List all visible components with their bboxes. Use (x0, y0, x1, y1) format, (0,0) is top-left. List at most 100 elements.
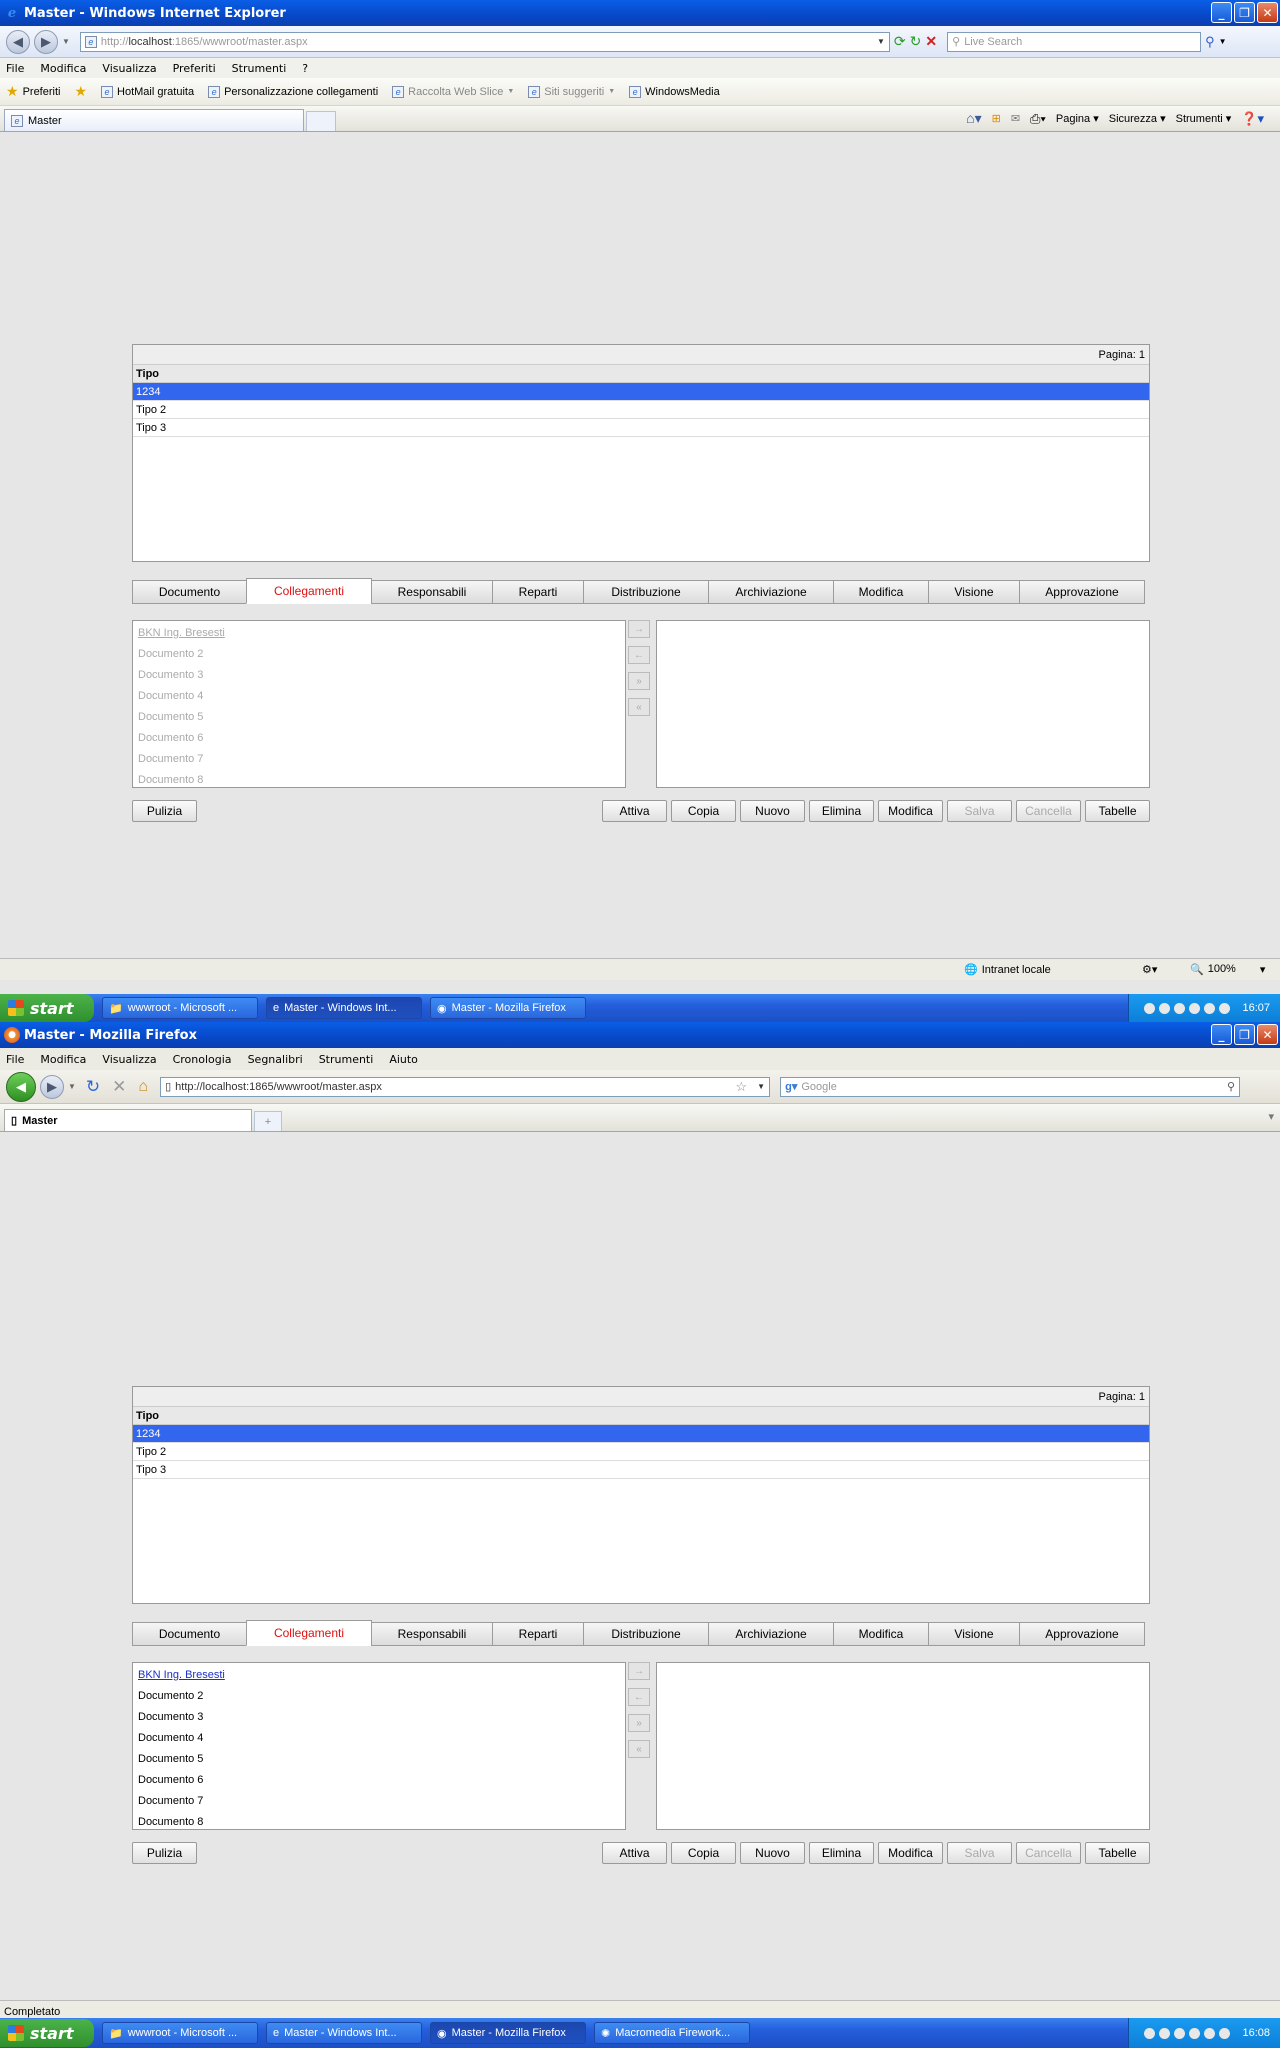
menu-modifica[interactable]: Modifica (40, 62, 86, 75)
copia-button[interactable]: Copia (671, 1842, 736, 1864)
list-item[interactable]: Documento 7 (133, 747, 625, 768)
tab-archiviazione[interactable]: Archiviazione (708, 580, 834, 604)
home-icon[interactable]: ⌂ (138, 1078, 148, 1096)
ff-documents-list[interactable]: BKN Ing. Bresesti Documento 2 Documento … (132, 1662, 626, 1830)
modifica-button[interactable]: Modifica (878, 800, 943, 822)
clock[interactable]: 16:08 (1242, 2027, 1270, 2039)
tray-icon[interactable] (1219, 1002, 1231, 1014)
move-all-left-button[interactable]: « (628, 698, 650, 716)
salva-button[interactable]: Salva (947, 800, 1012, 822)
tab-archiviazione[interactable]: Archiviazione (708, 1622, 834, 1646)
tab-collegamenti[interactable]: Collegamenti (246, 578, 372, 604)
move-all-right-button[interactable]: » (628, 1714, 650, 1732)
list-item[interactable]: Documento 3 (133, 663, 625, 684)
tab-documento[interactable]: Documento (132, 580, 247, 604)
restore-button[interactable]: ❐ (1234, 2, 1255, 23)
move-right-button[interactable]: → (628, 1662, 650, 1680)
list-item[interactable]: Documento 7 (133, 1789, 625, 1810)
tab-modifica[interactable]: Modifica (833, 580, 929, 604)
tab-approvazione[interactable]: Approvazione (1019, 580, 1145, 604)
attiva-button[interactable]: Attiva (602, 800, 667, 822)
zoom-control[interactable]: 🔍 100% ▾ (1190, 963, 1265, 976)
nuovo-button[interactable]: Nuovo (740, 1842, 805, 1864)
list-item[interactable]: Documento 6 (133, 726, 625, 747)
tab-responsabili[interactable]: Responsabili (371, 1622, 493, 1646)
grid-row[interactable]: Tipo 3 (133, 1461, 1149, 1479)
tray-icon[interactable] (1219, 2027, 1231, 2039)
forward-button[interactable]: ▶ (40, 1074, 64, 1099)
grid-row[interactable]: Tipo 2 (133, 1443, 1149, 1461)
task-ie-master[interactable]: e Master - Windows Int... (266, 2022, 422, 2044)
list-item[interactable]: BKN Ing. Bresesti (133, 1663, 625, 1684)
menu-preferiti[interactable]: Preferiti (173, 62, 216, 75)
new-tab-button[interactable] (306, 111, 336, 131)
stop-icon[interactable]: ✕ (112, 1077, 126, 1097)
list-tabs-icon[interactable]: ▾ (1268, 1110, 1274, 1123)
back-button[interactable]: ◀ (6, 29, 30, 54)
close-button[interactable]: ✕ (1257, 1024, 1278, 1045)
tab-approvazione[interactable]: Approvazione (1019, 1622, 1145, 1646)
tab-distribuzione[interactable]: Distribuzione (583, 580, 709, 604)
list-item[interactable]: Documento 4 (133, 684, 625, 705)
tab-reparti[interactable]: Reparti (492, 580, 584, 604)
attiva-button[interactable]: Attiva (602, 1842, 667, 1864)
protected-mode-icon[interactable]: ⚙▾ (1142, 963, 1157, 976)
tab-modifica[interactable]: Modifica (833, 1622, 929, 1646)
grid-row[interactable]: 1234 (133, 383, 1149, 401)
task-ff-master[interactable]: ◉ Master - Mozilla Firefox (430, 2022, 586, 2044)
menu-aiuto[interactable]: Aiuto (389, 1053, 418, 1066)
close-button[interactable]: ✕ (1257, 2, 1278, 23)
menu-visualizza[interactable]: Visualizza (102, 1053, 156, 1066)
ie-selected-list[interactable] (656, 620, 1150, 788)
fav-siti-suggeriti[interactable]: e Siti suggeriti ▼ (528, 85, 615, 98)
grid-row[interactable]: 1234 (133, 1425, 1149, 1443)
move-all-right-button[interactable]: » (628, 672, 650, 690)
address-dropdown-icon[interactable]: ▼ (877, 37, 885, 46)
ff-search-box[interactable]: g▾ Google ⚲ (780, 1076, 1241, 1097)
task-ie-master[interactable]: e Master - Windows Int... (266, 997, 422, 1019)
elimina-button[interactable]: Elimina (809, 800, 874, 822)
list-item[interactable]: Documento 6 (133, 1768, 625, 1789)
tray-icon[interactable] (1144, 2027, 1156, 2039)
tab-distribuzione[interactable]: Distribuzione (583, 1622, 709, 1646)
list-item[interactable]: Documento 4 (133, 1726, 625, 1747)
favorites-button[interactable]: ★ Preferiti (6, 83, 60, 100)
tab-collegamenti[interactable]: Collegamenti (246, 1620, 372, 1646)
bookmark-star-icon[interactable]: ☆ (736, 1079, 748, 1095)
menu-strumenti[interactable]: Strumenti (232, 62, 287, 75)
tab-visione[interactable]: Visione (928, 1622, 1020, 1646)
move-all-left-button[interactable]: « (628, 1740, 650, 1758)
tray-icon[interactable] (1174, 1002, 1186, 1014)
new-tab-button[interactable]: + (254, 1111, 282, 1131)
copia-button[interactable]: Copia (671, 800, 736, 822)
start-button[interactable]: start (0, 994, 94, 1022)
tray-icon[interactable] (1189, 1002, 1201, 1014)
move-left-button[interactable]: ← (628, 646, 650, 664)
menu-file[interactable]: File (6, 62, 24, 75)
tray-icon[interactable] (1144, 1002, 1156, 1014)
ff-tab-master[interactable]: ▯ Master (4, 1109, 252, 1131)
back-button[interactable]: ◀ (6, 1071, 36, 1102)
grid-row[interactable]: Tipo 2 (133, 401, 1149, 419)
ie-search-box[interactable]: ⚲ Live Search (947, 31, 1202, 52)
list-item[interactable]: Documento 8 (133, 1810, 625, 1829)
ie-address-bar[interactable]: e http://localhost:1865/wwwroot/master.a… (79, 31, 890, 52)
tray-icon[interactable] (1189, 2027, 1201, 2039)
feeds-icon[interactable]: ⊞ (992, 112, 1001, 125)
menu-modifica[interactable]: Modifica (40, 1053, 86, 1066)
start-button[interactable]: start (0, 2019, 94, 2047)
tab-responsabili[interactable]: Responsabili (371, 580, 493, 604)
list-item[interactable]: Documento 5 (133, 705, 625, 726)
compatibility-icon[interactable]: ⟳ (894, 33, 906, 50)
modifica-button[interactable]: Modifica (878, 1842, 943, 1864)
fav-personalizzazione[interactable]: e Personalizzazione collegamenti (208, 85, 378, 98)
add-favorite-icon[interactable]: ★ (74, 83, 87, 100)
pulizia-button[interactable]: Pulizia (132, 1842, 197, 1864)
task-ff-master[interactable]: ◉ Master - Mozilla Firefox (430, 997, 586, 1019)
search-dropdown-icon[interactable]: ▼ (1219, 37, 1227, 46)
tab-visione[interactable]: Visione (928, 580, 1020, 604)
menu-visualizza[interactable]: Visualizza (102, 62, 156, 75)
list-item[interactable]: Documento 2 (133, 642, 625, 663)
fav-hotmail[interactable]: e HotMail gratuita (101, 85, 194, 98)
cancella-button[interactable]: Cancella (1016, 1842, 1081, 1864)
